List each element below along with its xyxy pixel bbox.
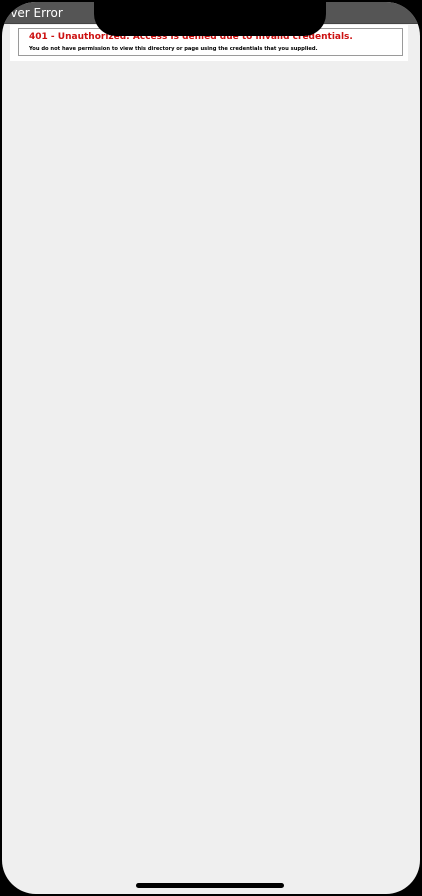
- phone-frame: erver Error 401 - Unauthorized: Access i…: [0, 0, 422, 896]
- screen: erver Error 401 - Unauthorized: Access i…: [2, 2, 420, 894]
- header-title: erver Error: [2, 6, 63, 20]
- home-indicator[interactable]: [136, 883, 284, 888]
- error-detail: You do not have permission to view this …: [29, 46, 318, 52]
- notch: [94, 0, 326, 36]
